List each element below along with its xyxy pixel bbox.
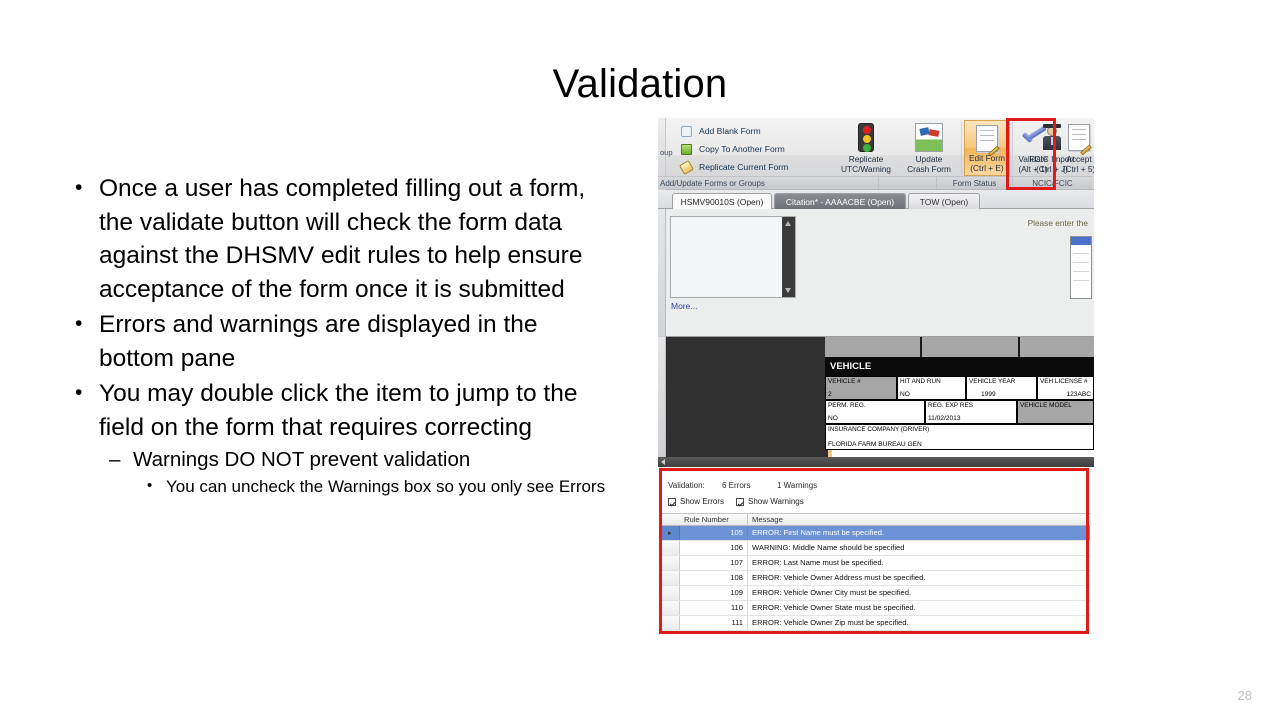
replicate-utc-warning-label-2: UTC/Warning (841, 164, 891, 174)
tab-hsmv90010s[interactable]: HSMV90010S (Open) (672, 193, 772, 209)
field-reg-exp-res[interactable]: REG. EXP RES 11/02/2013 (925, 400, 1017, 424)
validate-highlight-box (1006, 118, 1056, 190)
form-header-gray-band (825, 337, 1094, 357)
page-number: 28 (1237, 688, 1252, 703)
ribbon-group-label-forms: Add/Update Forms or Groups (658, 176, 879, 189)
update-crash-form-label-1: Update (915, 154, 943, 164)
field-value: 2 (828, 391, 832, 398)
update-crash-form-label-2: Crash Form (907, 164, 951, 174)
list-item: Errors and warnings are displayed in the… (62, 307, 607, 375)
editor-left-rail (658, 209, 666, 337)
scroll-left-arrow-icon[interactable] (661, 459, 665, 465)
field-value: 11/02/2013 (928, 415, 961, 422)
replicate-utc-warning-button[interactable]: Replicate UTC/Warning (834, 120, 898, 176)
traffic-light-icon (858, 123, 874, 152)
ribbon-left-group-label: oup (660, 148, 673, 157)
form-column-divider (1018, 337, 1020, 357)
replicate-utc-warning-label-1: Replicate (848, 154, 884, 164)
more-link[interactable]: More... (671, 301, 697, 311)
ribbon-group-label-form-status: Form Status (937, 176, 1013, 189)
vehicle-section-title: VEHICLE (825, 357, 1094, 376)
edit-form-button[interactable]: Edit Form (Ctrl + E) (964, 120, 1010, 176)
add-blank-form-label: Add Blank Form (699, 126, 761, 136)
canvas-horizontal-scrollbar[interactable] (658, 457, 1094, 467)
edit-document-icon (976, 125, 1000, 157)
edit-form-label-2: (Ctrl + E) (970, 163, 1004, 173)
mini-dropdown-row (1073, 262, 1089, 263)
form-preview-canvas: VEHICLE VEHICLE # 2 HIT AND RUN NO VEHIC… (658, 337, 1094, 467)
replicate-current-form-icon (678, 159, 695, 176)
bullet-list: Once a user has completed filling out a … (62, 171, 607, 499)
ribbon-group-label-blank (879, 176, 937, 189)
list-item: You may double click the item to jump to… (62, 376, 607, 499)
ribbon-separator (961, 122, 962, 174)
field-value: FLORIDA FARM BUREAU GEN (828, 441, 922, 448)
replicate-current-form-button[interactable]: Replicate Current Form (678, 158, 838, 176)
editor-list-box[interactable] (670, 216, 796, 298)
list-item-text: You may double click the item to jump to… (99, 380, 578, 441)
field-label: VEHICLE # (828, 378, 861, 385)
mini-dropdown-row (1073, 271, 1089, 272)
slide-root: Validation Once a user has completed fil… (0, 0, 1280, 720)
field-insurance-company-driver[interactable]: INSURANCE COMPANY (DRIVER) FLORIDA FARM … (825, 424, 1094, 450)
field-label: VEHICLE MODEL (1020, 402, 1072, 409)
list-item: Warnings DO NOT prevent validation You c… (99, 446, 607, 499)
update-crash-form-button[interactable]: Update Crash Form (898, 120, 960, 176)
field-label: VEHICLE YEAR (969, 378, 1016, 385)
form-column-divider (920, 337, 922, 357)
application-screenshot: oup Add Blank Form Copy To Another Form … (658, 118, 1094, 636)
sub-bullet-text: Warnings DO NOT prevent validation (133, 448, 471, 471)
add-blank-form-button[interactable]: Add Blank Form (678, 122, 838, 140)
ribbon-small-command-list: Add Blank Form Copy To Another Form Repl… (678, 122, 838, 176)
field-label: HIT AND RUN (900, 378, 941, 385)
field-hit-and-run[interactable]: HIT AND RUN NO (897, 376, 966, 400)
copy-to-another-form-icon (681, 144, 692, 155)
field-vehicle-number[interactable]: VEHICLE # 2 (825, 376, 897, 400)
canvas-dark-area (667, 337, 828, 467)
vehicle-form-section: VEHICLE VEHICLE # 2 HIT AND RUN NO VEHIC… (825, 337, 1094, 467)
scroll-down-arrow-icon[interactable] (785, 288, 791, 293)
list-item: You can uncheck the Warnings box so you … (133, 474, 607, 499)
editor-prompt-text: Please enter the (1027, 218, 1088, 228)
tab-citation[interactable]: Citation* - AAAACBE (Open) (774, 193, 906, 209)
mini-dropdown-selected-row (1071, 237, 1091, 245)
canvas-left-rail (658, 337, 666, 467)
form-editor-pane: More... Please enter the (658, 209, 1094, 337)
field-value: 1999 (981, 391, 996, 398)
validation-pane-highlight-box (659, 468, 1089, 634)
field-vehicle-model[interactable]: VEHICLE MODEL (1017, 400, 1094, 424)
replicate-current-form-label: Replicate Current Form (699, 162, 789, 172)
form-tab-strip: HSMV90010S (Open) Citation* - AAAACBE (O… (658, 190, 1094, 209)
crash-form-icon (915, 123, 943, 152)
field-veh-license-number[interactable]: VEH LICENSE # 123ABC (1037, 376, 1094, 400)
field-label: INSURANCE COMPANY (DRIVER) (828, 426, 930, 433)
page-title: Validation (552, 62, 728, 106)
editor-list-scrollbar[interactable] (782, 217, 795, 297)
add-blank-form-icon (681, 126, 692, 137)
editor-mini-dropdown[interactable] (1070, 236, 1092, 299)
field-perm-reg[interactable]: PERM. REG. NO (825, 400, 925, 424)
field-vehicle-year[interactable]: VEHICLE YEAR 1999 (966, 376, 1037, 400)
field-value: NO (900, 391, 910, 398)
field-label: PERM. REG. (828, 402, 866, 409)
list-item: Once a user has completed filling out a … (62, 171, 607, 306)
content-body: Once a user has completed filling out a … (62, 171, 607, 501)
field-label: REG. EXP RES (928, 402, 973, 409)
mini-dropdown-row (1073, 253, 1089, 254)
sub-bullet-list: Warnings DO NOT prevent validation You c… (99, 446, 607, 499)
tab-tow[interactable]: TOW (Open) (908, 193, 980, 209)
field-value: NO (828, 415, 838, 422)
copy-to-another-form-label: Copy To Another Form (699, 144, 785, 154)
edit-form-label-1: Edit Form (969, 153, 1005, 163)
field-value: 123ABC (1066, 391, 1091, 398)
copy-to-another-form-button[interactable]: Copy To Another Form (678, 140, 838, 158)
mini-dropdown-row (1073, 280, 1089, 281)
sub-sub-bullet-list: You can uncheck the Warnings box so you … (133, 474, 607, 499)
field-label: VEH LICENSE # (1040, 378, 1088, 385)
scroll-up-arrow-icon[interactable] (785, 221, 791, 226)
